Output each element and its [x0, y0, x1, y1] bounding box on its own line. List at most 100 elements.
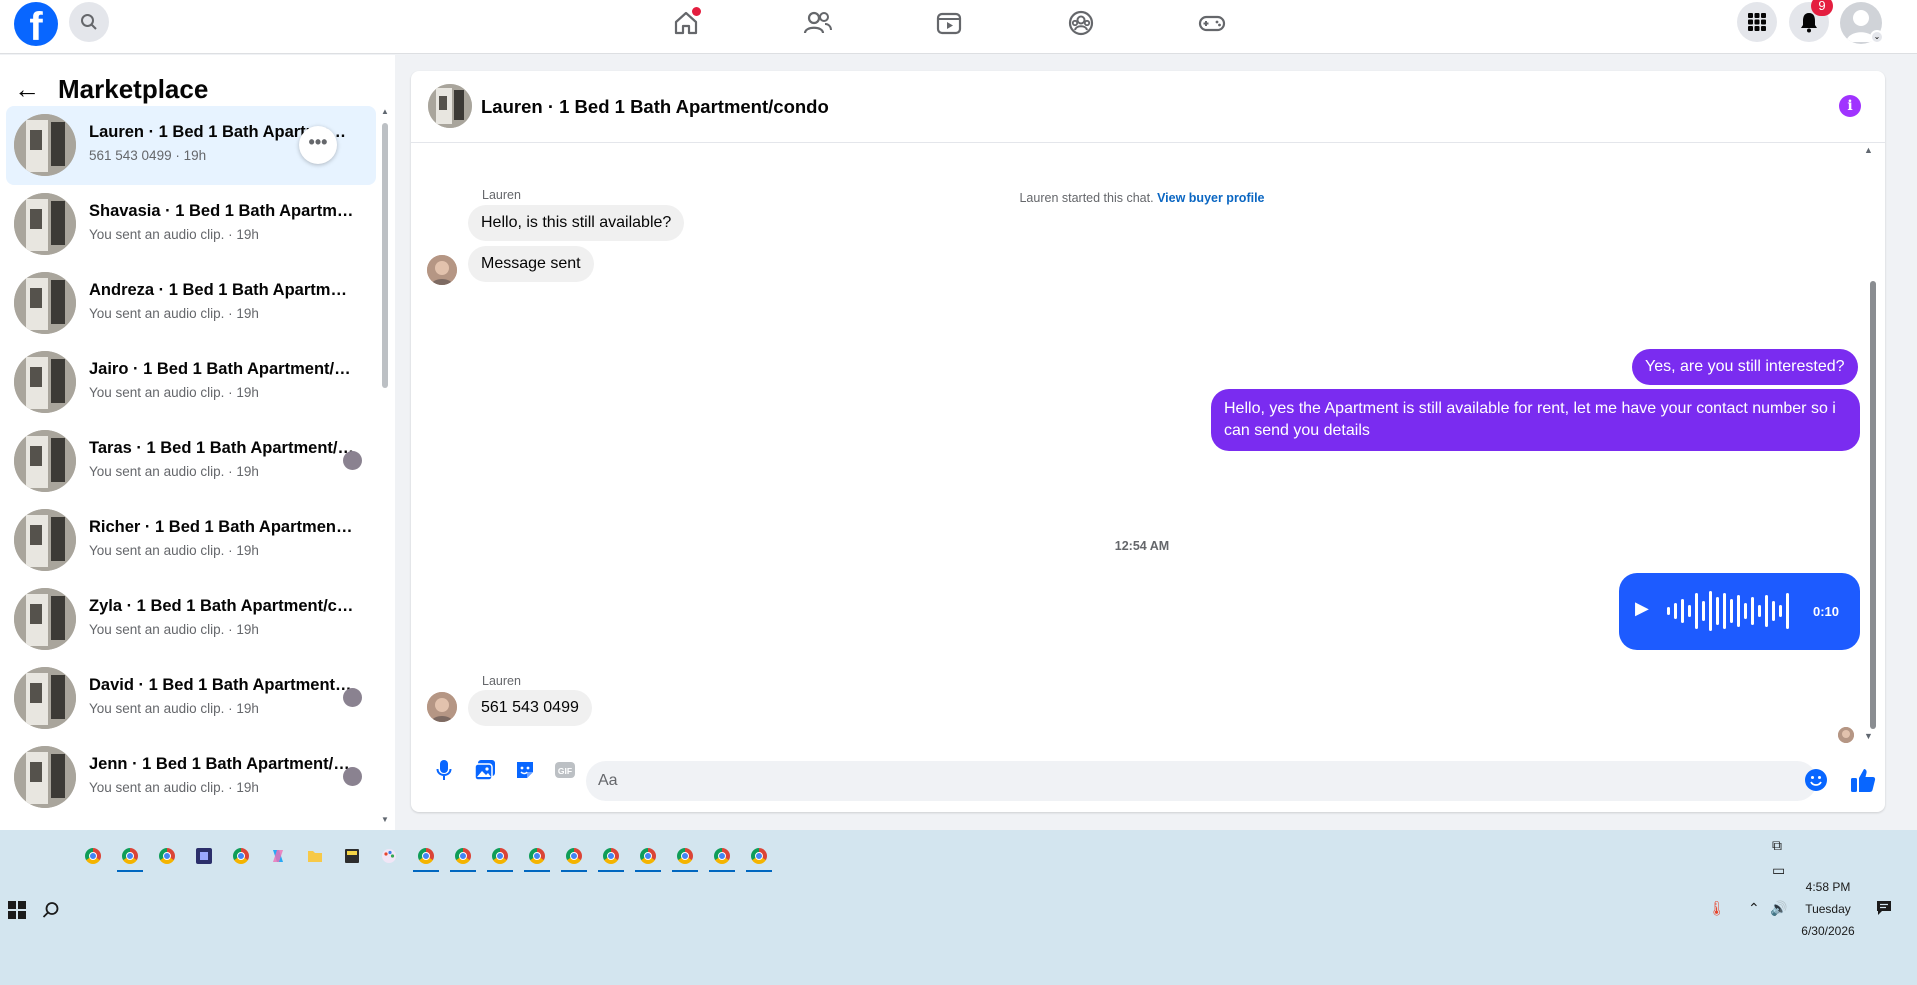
play-icon[interactable]: ▶ — [1635, 598, 1657, 624]
chrome-taskbar-button[interactable] — [633, 840, 663, 872]
meet-now-icon[interactable]: ⧉ — [1772, 837, 1782, 854]
chat-scrollbar[interactable] — [1870, 281, 1876, 729]
temperature-icon[interactable]: 🌡 — [1708, 900, 1726, 917]
chrome-icon — [159, 848, 175, 864]
seen-indicator-avatar — [1838, 727, 1854, 743]
action-center-button[interactable] — [1876, 900, 1892, 916]
scroll-down-arrow-icon[interactable]: ▼ — [381, 815, 389, 824]
notifications-badge: 9 — [1811, 0, 1833, 16]
scroll-down-arrow-icon[interactable]: ▼ — [1864, 731, 1873, 741]
search-button[interactable] — [69, 2, 109, 42]
microphone-icon — [436, 760, 452, 780]
chrome-taskbar-button[interactable] — [670, 840, 700, 872]
sticky-notes-taskbar-button[interactable] — [337, 840, 367, 872]
conversation-item[interactable]: Jairo · 1 Bed 1 Bath Apartment/condo You … — [6, 343, 376, 422]
chrome-taskbar-button[interactable] — [707, 840, 737, 872]
like-button[interactable] — [1849, 766, 1877, 794]
chrome-taskbar-button[interactable] — [559, 840, 589, 872]
conversation-name: Andreza · 1 Bed 1 Bath Apartment/condo — [89, 281, 354, 299]
conversation-item[interactable]: Richer · 1 Bed 1 Bath Apartment/condo You… — [6, 501, 376, 580]
view-buyer-profile-link[interactable]: View buyer profile — [1157, 191, 1264, 205]
sender-avatar[interactable] — [427, 692, 457, 722]
voice-clip-button[interactable] — [431, 757, 457, 783]
incoming-message[interactable]: 561 543 0499 — [468, 690, 592, 726]
app-taskbar-button[interactable] — [189, 840, 219, 872]
taskbar-search-button[interactable] — [42, 901, 60, 919]
chrome-taskbar-button[interactable] — [744, 840, 774, 872]
chevron-down-icon[interactable]: ⌄ — [1870, 30, 1884, 44]
start-button[interactable] — [8, 901, 26, 919]
volume-icon[interactable]: 🔊 — [1770, 900, 1787, 917]
watch-nav[interactable] — [932, 6, 966, 40]
chrome-taskbar-button[interactable] — [411, 840, 441, 872]
chat-started-text: Lauren started this chat. — [1019, 191, 1154, 205]
chrome-taskbar-button[interactable] — [226, 840, 256, 872]
sticker-button[interactable] — [512, 757, 538, 783]
file-explorer-taskbar-button[interactable] — [300, 840, 330, 872]
info-icon[interactable]: i — [1839, 95, 1861, 117]
listing-thumbnail — [14, 193, 76, 255]
conversation-item[interactable]: Lauren · 1 Bed 1 Bath Apartment/condo561… — [6, 106, 376, 185]
home-nav[interactable] — [669, 6, 703, 40]
emoji-button[interactable] — [1804, 768, 1828, 792]
sender-avatar[interactable] — [427, 255, 457, 285]
search-icon — [81, 14, 97, 30]
listing-thumbnail — [14, 746, 76, 808]
notifications-button[interactable]: 9 — [1789, 0, 1833, 42]
message-input[interactable] — [586, 761, 1817, 801]
conversation-preview: You sent an audio clip. · 19h — [89, 385, 259, 400]
audio-clip-message[interactable]: ▶ 0:10 — [1619, 573, 1860, 650]
more-options-button[interactable]: ••• — [299, 126, 337, 164]
network-display-icon[interactable]: ▭ — [1772, 862, 1785, 879]
back-arrow-icon[interactable]: ← — [14, 74, 48, 105]
chrome-icon — [751, 848, 767, 864]
chrome-taskbar-button[interactable] — [115, 840, 145, 872]
scroll-up-arrow-icon[interactable]: ▲ — [381, 107, 389, 116]
conversation-item[interactable]: David · 1 Bed 1 Bath Apartment/condo You … — [6, 659, 376, 738]
chrome-taskbar-button[interactable] — [596, 840, 626, 872]
chrome-icon — [677, 848, 693, 864]
marketplace-sidebar: ← Marketplace Lauren · 1 Bed 1 Bath Apar… — [0, 55, 395, 830]
conversation-item[interactable]: Andreza · 1 Bed 1 Bath Apartment/condo Yo… — [6, 264, 376, 343]
incoming-message[interactable]: Hello, is this still available? — [468, 205, 685, 241]
gaming-nav[interactable] — [1195, 6, 1229, 40]
sidebar-scrollbar[interactable] — [382, 123, 388, 388]
conversation-item[interactable]: Shavasia · 1 Bed 1 Bath Apartment/condo Y… — [6, 185, 376, 264]
chrome-taskbar-button[interactable] — [78, 840, 108, 872]
chrome-taskbar-button[interactable] — [448, 840, 478, 872]
chat-header: Lauren · 1 Bed 1 Bath Apartment/condo i — [411, 71, 1885, 143]
groups-nav[interactable] — [1064, 6, 1098, 40]
listing-thumbnail[interactable] — [428, 84, 472, 128]
facebook-logo[interactable]: f — [14, 2, 58, 46]
paint-taskbar-button[interactable] — [374, 840, 404, 872]
incoming-message[interactable]: Message sent — [468, 246, 594, 282]
outgoing-message[interactable]: Yes, are you still interested? — [1632, 349, 1858, 385]
friends-nav[interactable] — [801, 6, 835, 40]
folder-icon — [308, 851, 322, 862]
windows-logo-icon — [8, 901, 26, 919]
sticky-notes-icon — [345, 849, 359, 863]
copilot-taskbar-button[interactable] — [263, 840, 293, 872]
outgoing-message[interactable]: Hello, yes the Apartment is still availa… — [1211, 389, 1860, 451]
audio-duration: 0:10 — [1813, 604, 1840, 619]
taskbar-clock[interactable]: 4:58 PM Tuesday 6/30/2026 — [1790, 876, 1866, 942]
chrome-taskbar-button[interactable] — [485, 840, 515, 872]
listing-thumbnail — [14, 114, 76, 176]
conversation-item[interactable]: Jenn · 1 Bed 1 Bath Apartment/condo You s… — [6, 738, 376, 817]
waveform-icon — [1667, 591, 1789, 631]
chat-title[interactable]: Lauren · 1 Bed 1 Bath Apartment/condo — [481, 96, 829, 118]
conversation-preview: You sent an audio clip. · 19h — [89, 622, 259, 637]
gif-button[interactable]: GIF — [552, 757, 578, 783]
chrome-icon — [529, 848, 545, 864]
chrome-taskbar-button[interactable] — [522, 840, 552, 872]
conversation-item[interactable]: Taras · 1 Bed 1 Bath Apartment/condo You … — [6, 422, 376, 501]
conversation-item[interactable]: Zyla · 1 Bed 1 Bath Apartment/condo You s… — [6, 580, 376, 659]
scroll-up-arrow-icon[interactable]: ▲ — [1864, 145, 1873, 155]
conversation-preview: You sent an audio clip. · 19h — [89, 306, 259, 321]
menu-button[interactable] — [1737, 2, 1777, 42]
home-notification-dot — [692, 7, 701, 16]
attach-photo-button[interactable] — [472, 757, 498, 783]
chrome-taskbar-button[interactable] — [152, 840, 182, 872]
apartment-photo-icon — [14, 351, 76, 413]
show-hidden-icons-chevron-icon[interactable]: ⌃ — [1748, 900, 1760, 917]
